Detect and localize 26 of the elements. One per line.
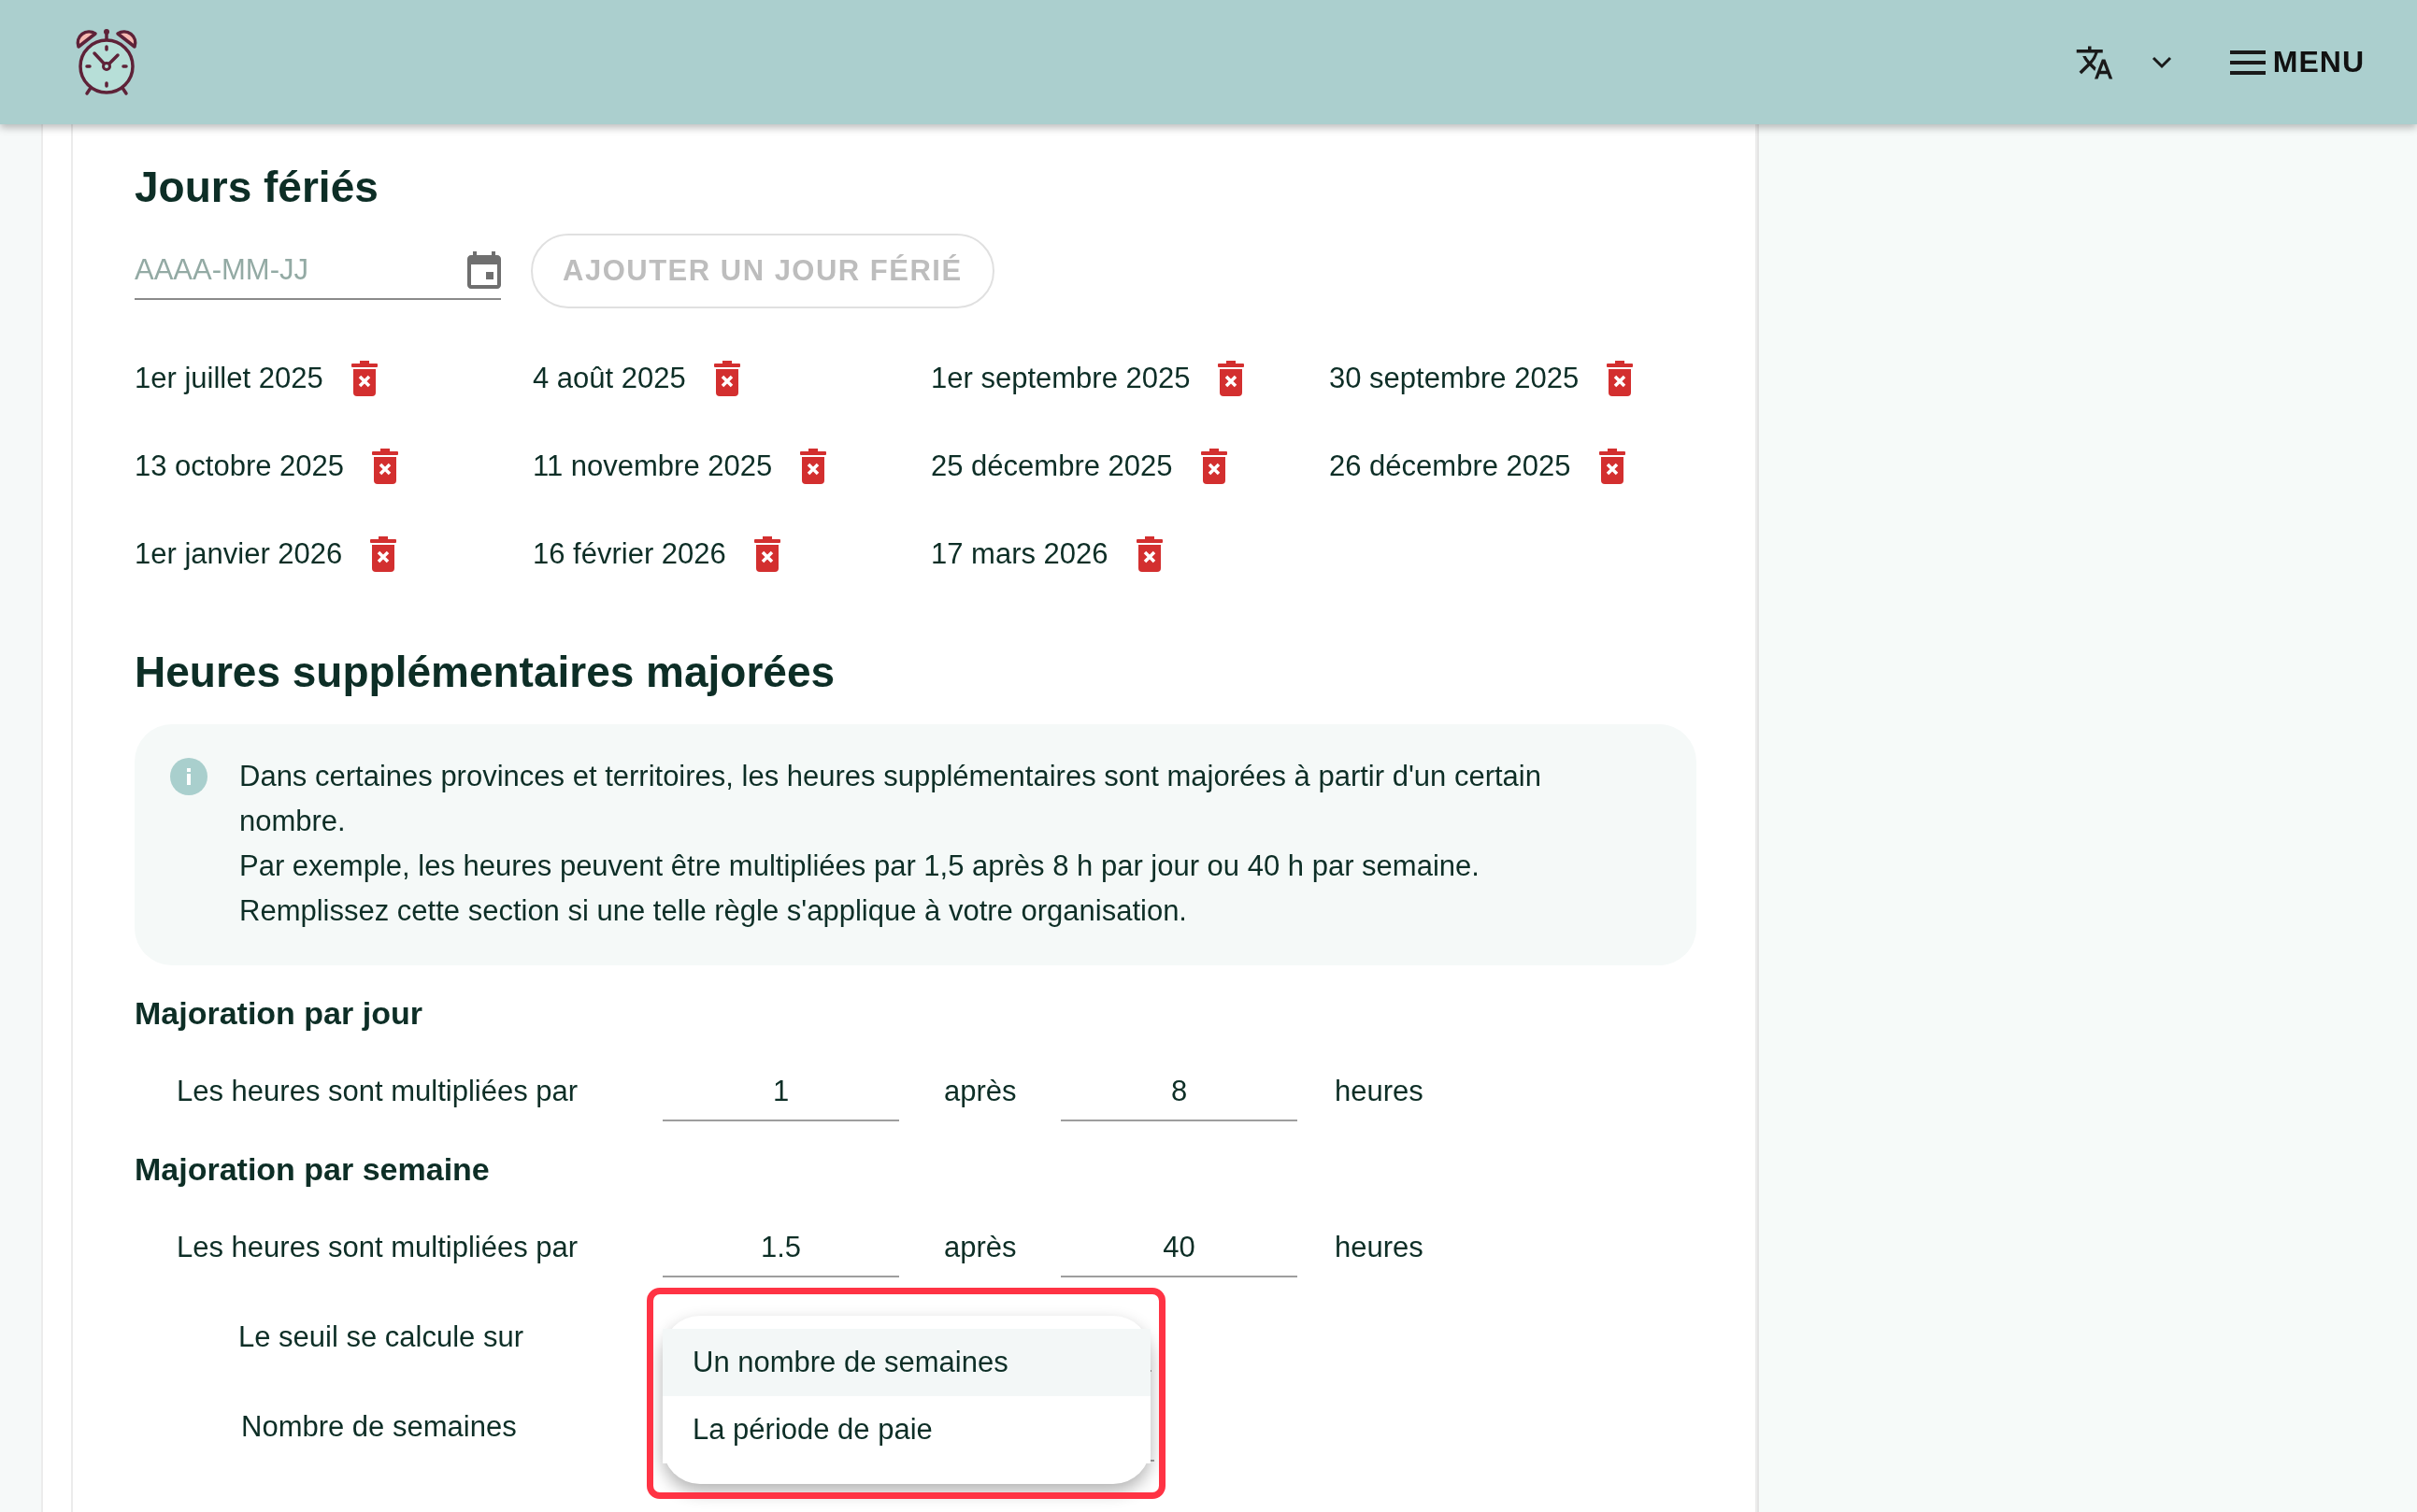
section-title: Jours fériés [135,162,379,213]
field-label: heures [1334,1075,1424,1110]
holiday-date: 1er septembre 2025 [931,362,1191,396]
subsection-title: Majoration par jour [135,995,423,1033]
holiday-date: 4 août 2025 [533,362,686,396]
holiday-date: 17 mars 2026 [931,537,1108,572]
info-text: Par exemple, les heures peuvent être multipliées par 1,5 après 8 h par jour ou 40 h par semaine. [239,849,1480,885]
field-label: heures [1334,1231,1424,1266]
field-label: Le seuil se calcule sur [238,1320,524,1356]
holiday-date: 26 décembre 2025 [1329,449,1571,484]
section-title: Heures supplémentaires majorées [135,647,837,699]
field-label: après [943,1231,1018,1266]
field-label: Les heures sont multipliées par [177,1075,579,1110]
holiday-date: 1er janvier 2026 [135,537,343,572]
holiday-date: 25 décembre 2025 [931,449,1173,484]
info-text: Dans certaines provinces et territoires, les heures supplémentaires sont majorées à partir d'un certain nombre. [239,759,1542,840]
holiday-date: 30 septembre 2025 [1329,362,1580,396]
field-label: Les heures sont multipliées par [177,1231,579,1266]
holiday-date: 13 octobre 2025 [135,449,345,484]
holiday-date: 16 février 2026 [533,537,726,572]
holiday-date: 11 novembre 2025 [533,449,773,484]
holiday-date: 1er juillet 2025 [135,362,323,396]
subsection-title: Majoration par semaine [135,1151,491,1189]
info-text: Remplissez cette section si une telle règle s'applique à votre organisation. [239,893,1188,930]
field-label: Nombre de semaines [241,1410,518,1446]
field-label: après [943,1075,1018,1110]
